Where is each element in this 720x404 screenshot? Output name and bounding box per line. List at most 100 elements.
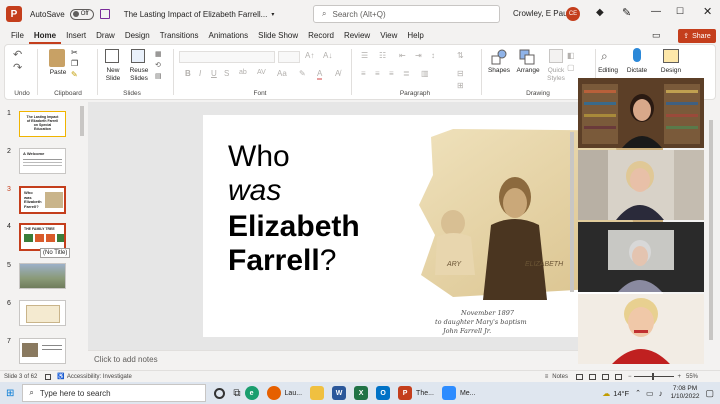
- taskbar-app-the[interactable]: The...: [416, 390, 434, 397]
- autosave-toggle[interactable]: Off: [69, 8, 94, 20]
- tab-insert[interactable]: Insert: [61, 28, 91, 44]
- designer-icon[interactable]: [663, 49, 679, 63]
- line-spacing-icon[interactable]: ↕: [431, 51, 435, 60]
- slide-title-was[interactable]: was: [228, 173, 281, 209]
- slide-title-farrell[interactable]: Farrell?: [228, 243, 336, 279]
- format-painter-icon[interactable]: ✎: [71, 70, 78, 79]
- arrange-button[interactable]: Arrange: [512, 67, 544, 75]
- shape-outline-icon[interactable]: ▢: [567, 63, 575, 72]
- increase-indent-icon[interactable]: ⇥: [415, 51, 422, 60]
- undo-icon[interactable]: ↶: [13, 48, 22, 61]
- copy-icon[interactable]: ❐: [71, 59, 78, 68]
- decrease-indent-icon[interactable]: ⇤: [399, 51, 406, 60]
- tab-draw[interactable]: Draw: [91, 28, 120, 44]
- video-tile-3[interactable]: [578, 222, 704, 292]
- zoom-slider[interactable]: [634, 373, 675, 380]
- comments-icon[interactable]: ▭: [652, 30, 661, 41]
- volume-icon[interactable]: ♪: [659, 389, 663, 398]
- shapes-icon[interactable]: [491, 49, 507, 65]
- grow-font-icon[interactable]: A↑: [305, 51, 314, 60]
- slide-thumbnail-6[interactable]: [19, 300, 66, 326]
- reuse-slides-icon[interactable]: [131, 49, 145, 63]
- slide-thumbnail-1[interactable]: The Lasting Impact of Elizabeth Farrell …: [19, 111, 66, 137]
- video-tile-1[interactable]: [578, 78, 704, 148]
- spacing-icon[interactable]: AV: [257, 69, 266, 76]
- tab-animations[interactable]: Animations: [204, 28, 254, 44]
- section-icon[interactable]: ▤: [155, 72, 162, 80]
- align-right-icon[interactable]: ≡: [389, 69, 394, 78]
- new-slide-button[interactable]: New Slide: [99, 67, 127, 83]
- notes-icon[interactable]: ≡: [545, 374, 549, 380]
- slideshow-icon[interactable]: [614, 373, 622, 380]
- quick-styles-button[interactable]: Quick Styles: [543, 67, 569, 83]
- notes-pane[interactable]: Click to add notes: [88, 350, 578, 370]
- clear-format-icon[interactable]: A̸: [335, 69, 340, 78]
- shrink-font-icon[interactable]: A↓: [323, 51, 332, 60]
- cut-icon[interactable]: ✂: [71, 48, 78, 57]
- justify-icon[interactable]: ≣: [403, 69, 410, 78]
- video-tile-4[interactable]: [578, 294, 704, 364]
- reading-view-icon[interactable]: [601, 373, 609, 380]
- taskbar-app-me[interactable]: Me...: [460, 390, 476, 397]
- firefox-icon[interactable]: [266, 386, 281, 400]
- taskbar-app-lau[interactable]: Lau...: [285, 390, 303, 397]
- strikethrough-icon[interactable]: S: [224, 69, 229, 78]
- highlight-icon[interactable]: ✎: [299, 69, 306, 78]
- excel-icon[interactable]: X: [354, 386, 369, 400]
- redo-icon[interactable]: ↷: [13, 61, 22, 74]
- editing-button[interactable]: Editing: [595, 67, 621, 75]
- weather-icon[interactable]: ☁: [602, 389, 610, 398]
- tab-transitions[interactable]: Transitions: [155, 28, 204, 44]
- columns-icon[interactable]: ▥: [421, 69, 429, 78]
- layout-icon[interactable]: ▦: [155, 50, 162, 58]
- microphone-icon[interactable]: [633, 48, 641, 62]
- zoom-app-icon[interactable]: [441, 386, 456, 400]
- italic-icon[interactable]: I: [199, 69, 201, 78]
- cortana-icon[interactable]: [214, 387, 226, 399]
- editing-icon[interactable]: ⌕: [601, 49, 608, 64]
- close-icon[interactable]: ✕: [703, 5, 712, 18]
- paste-button[interactable]: Paste: [43, 69, 73, 77]
- slide-thumbnail-3[interactable]: Who was Elizabeth Farrell?: [19, 186, 66, 214]
- slide-scrollbar[interactable]: [570, 132, 574, 292]
- edge-icon[interactable]: e: [244, 386, 259, 400]
- pen-icon[interactable]: ✎: [622, 6, 631, 19]
- paste-icon[interactable]: [49, 49, 65, 67]
- slide-thumbnail-5[interactable]: [19, 263, 66, 289]
- font-size-dropdown[interactable]: [278, 51, 300, 63]
- share-button[interactable]: ⇪ Share: [678, 29, 716, 43]
- file-explorer-icon[interactable]: [310, 386, 325, 400]
- zoom-level[interactable]: 55%: [686, 374, 698, 380]
- bold-icon[interactable]: B: [185, 69, 191, 78]
- reuse-slides-button[interactable]: Reuse Slides: [125, 67, 153, 83]
- arrange-icon[interactable]: [519, 49, 535, 65]
- video-tile-2[interactable]: [578, 150, 704, 220]
- align-left-icon[interactable]: ≡: [361, 69, 366, 78]
- network-icon[interactable]: ▭: [646, 389, 654, 398]
- zoom-in-icon[interactable]: +: [677, 374, 681, 380]
- change-case-icon[interactable]: Aa: [277, 69, 287, 78]
- clock[interactable]: 7:08 PM 1/10/2022: [671, 385, 700, 401]
- maximize-icon[interactable]: ☐: [676, 6, 684, 17]
- shapes-button[interactable]: Shapes: [483, 67, 515, 75]
- slide-thumbnail-7[interactable]: [19, 338, 66, 364]
- underline-icon[interactable]: U: [211, 69, 217, 78]
- tab-review[interactable]: Review: [339, 28, 375, 44]
- diamond-icon[interactable]: ◆: [596, 7, 604, 18]
- slide-thumbnail-4[interactable]: THE FAMILY TREE: [19, 223, 66, 251]
- zoom-out-icon[interactable]: −: [628, 374, 632, 380]
- windows-start-icon[interactable]: ⊞: [6, 388, 14, 399]
- slide-thumbnail-2[interactable]: A Welcome: [19, 148, 66, 174]
- thumbnail-scrollbar[interactable]: [80, 106, 84, 136]
- dictate-button[interactable]: Dictate: [623, 67, 651, 75]
- accessibility-status[interactable]: Accessibility: Investigate: [67, 374, 132, 380]
- avatar[interactable]: CE: [566, 7, 580, 21]
- slide-sorter-icon[interactable]: [588, 373, 596, 380]
- reset-icon[interactable]: ⟲: [155, 61, 161, 69]
- powerpoint-taskbar-icon[interactable]: P: [398, 386, 413, 400]
- tab-record[interactable]: Record: [303, 28, 339, 44]
- outlook-icon[interactable]: O: [376, 386, 391, 400]
- title-dropdown-icon[interactable]: ▾: [271, 11, 274, 18]
- tab-home[interactable]: Home: [28, 28, 62, 44]
- new-slide-icon[interactable]: [105, 49, 119, 63]
